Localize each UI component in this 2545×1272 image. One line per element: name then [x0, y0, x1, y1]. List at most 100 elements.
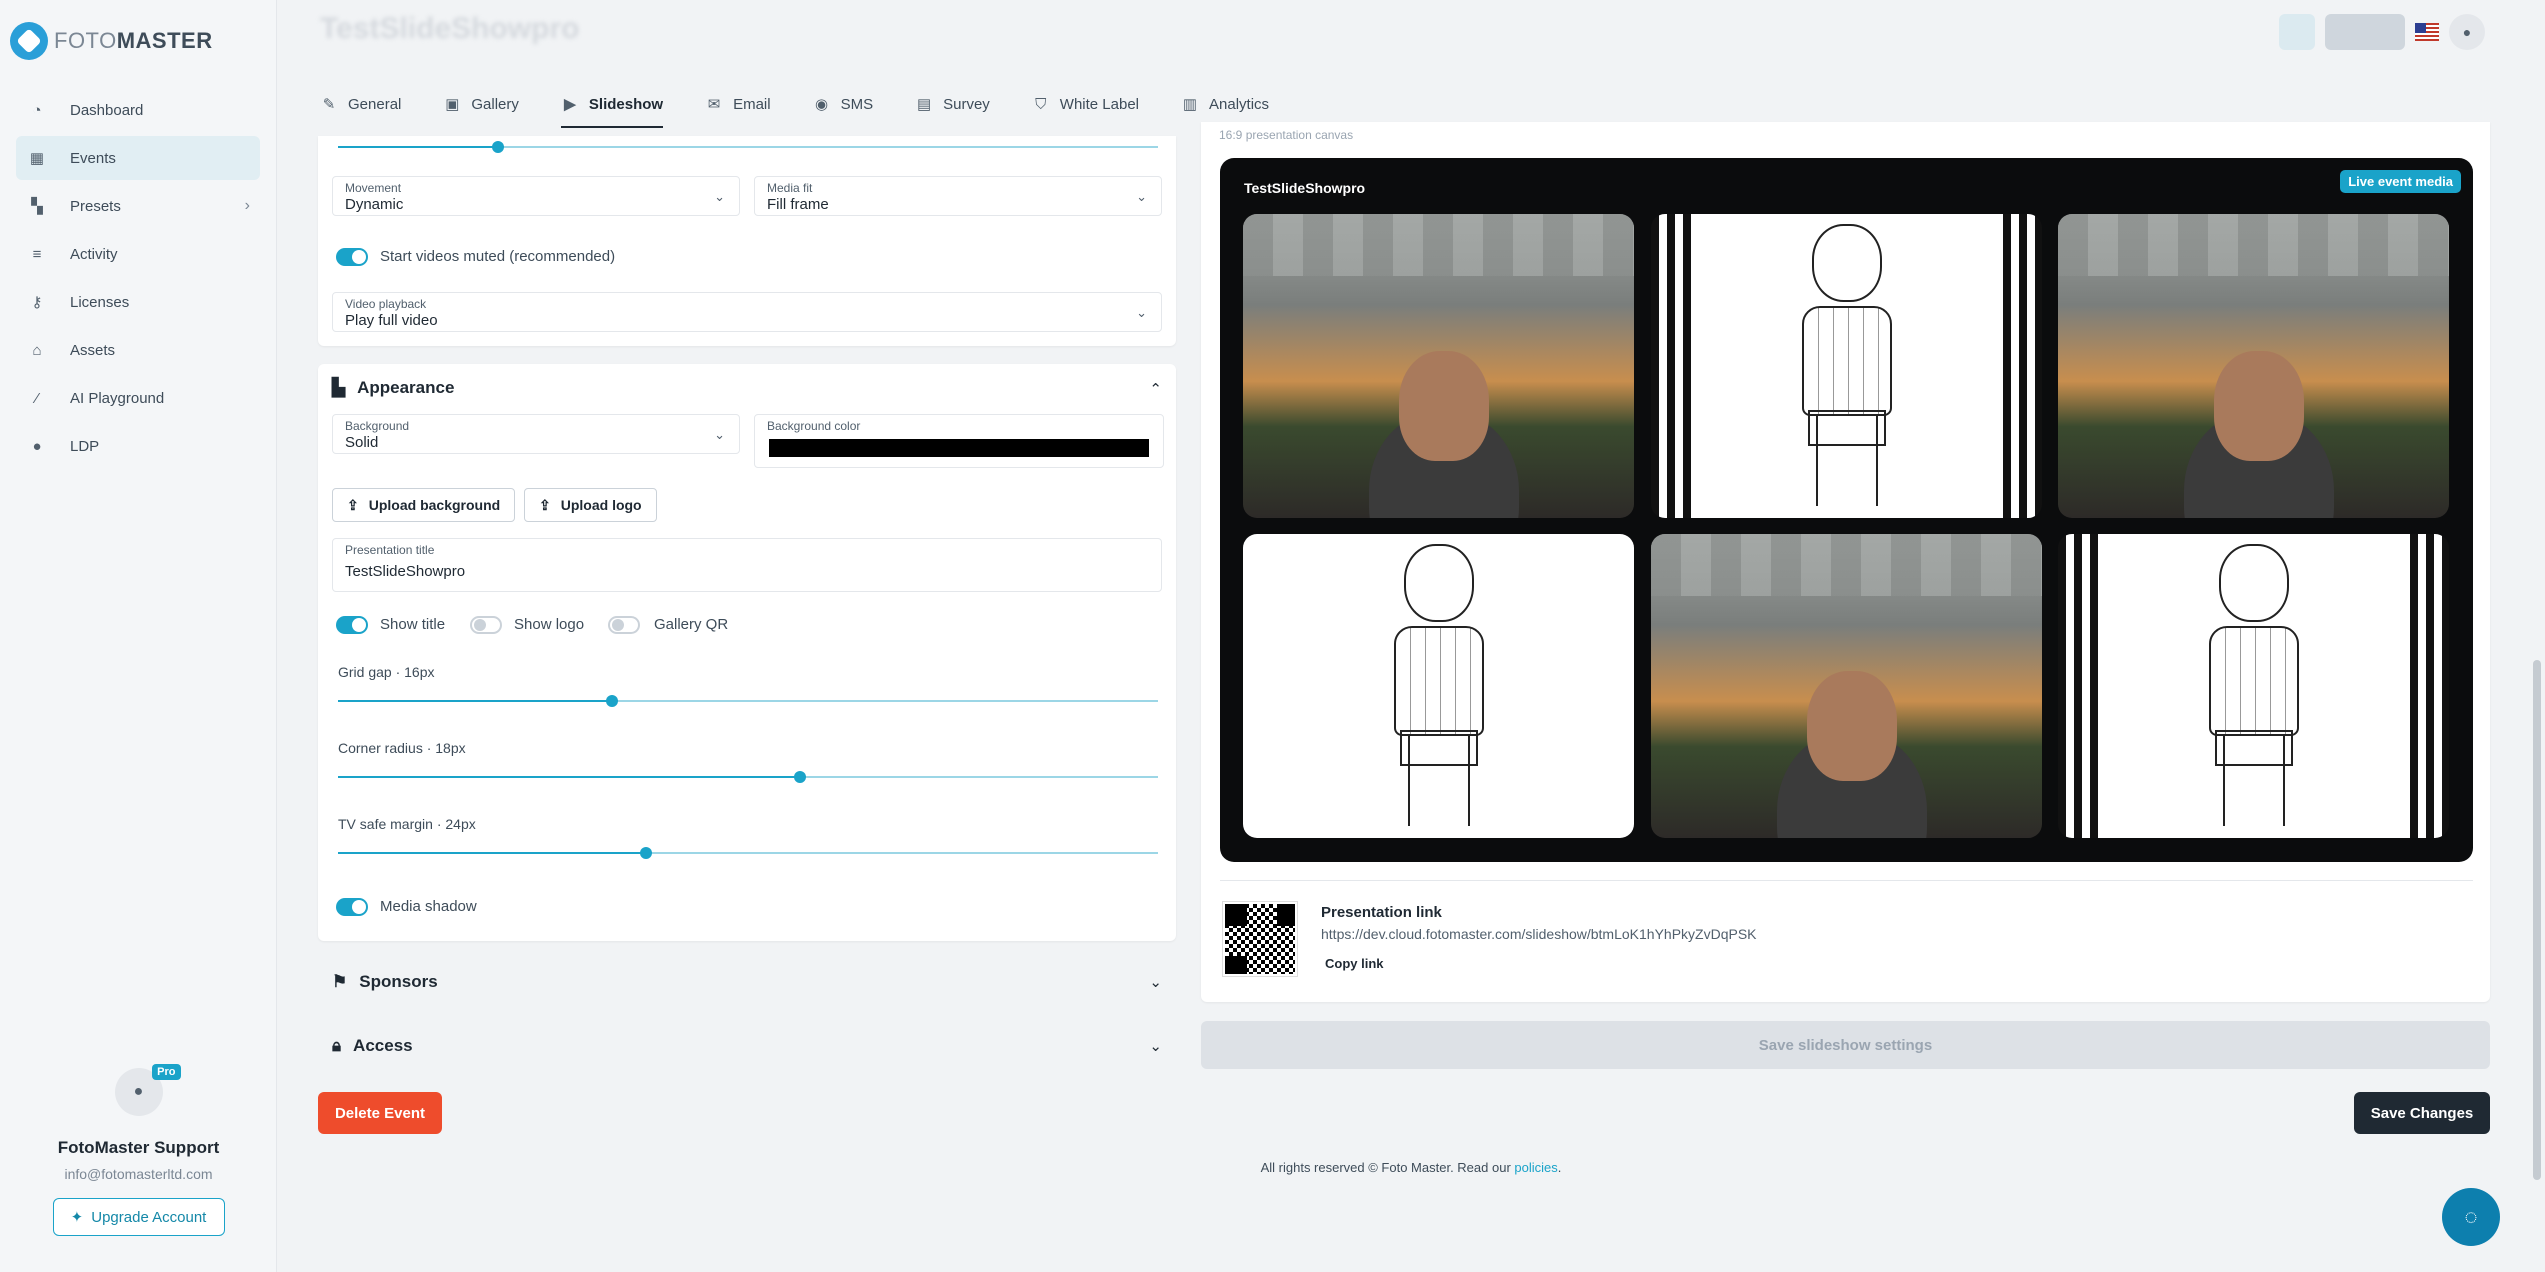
background-color-field[interactable]: Background color [754, 414, 1164, 468]
tab-gallery[interactable]: ▣ Gallery [443, 88, 519, 120]
show-title-toggle[interactable] [336, 616, 368, 634]
gallery-qr-toggle[interactable] [608, 616, 640, 634]
header-action-button[interactable] [2279, 14, 2315, 50]
access-section[interactable]: 🔒︎ Access ⌄ [318, 1020, 1176, 1072]
us-flag-icon[interactable] [2415, 23, 2439, 41]
top-actions: ● [2279, 14, 2485, 50]
delete-event-button[interactable]: Delete Event [318, 1092, 442, 1134]
color-swatch[interactable] [769, 439, 1149, 457]
chevron-down-icon: ⌄ [1136, 189, 1147, 204]
field-value: TestSlideShowpro [345, 563, 466, 580]
presentation-link-url[interactable]: https://dev.cloud.fotomaster.com/slidesh… [1321, 926, 1757, 942]
tab-label: Slideshow [588, 95, 664, 113]
mail-icon: ✉ [707, 96, 721, 113]
slideshow-icon: ▶ [564, 96, 576, 113]
sidebar-item-events[interactable]: ▦ Events [16, 136, 260, 180]
background-select[interactable]: Background Solid ⌄ [332, 414, 740, 454]
sidebar-item-label: LDP [70, 437, 100, 455]
presentation-title-field[interactable]: Presentation title TestSlideShowpro [332, 538, 1162, 592]
media-shadow-toggle[interactable] [336, 898, 368, 916]
tab-white-label[interactable]: ⛉ White Label [1032, 88, 1139, 120]
tab-label: Gallery [471, 95, 519, 113]
chevron-down-icon[interactable]: ⌄ [1149, 1037, 1162, 1055]
sidebar-item-ldp[interactable]: ● LDP [16, 424, 260, 468]
save-changes-button[interactable]: Save Changes [2354, 1092, 2490, 1134]
copy-link-button[interactable]: Copy link [1325, 956, 1384, 971]
upload-background-button[interactable]: ⇪ Upload background [332, 488, 516, 522]
tab-sms[interactable]: ◉ SMS [813, 88, 873, 120]
media-tile-photo[interactable] [2058, 214, 2449, 518]
tab-label: General [348, 95, 402, 113]
media-tile-photo[interactable] [1243, 214, 1634, 518]
field-label: Background color [767, 419, 861, 433]
grid-icon: ▚ [31, 198, 43, 215]
presentation-link-title: Presentation link [1321, 904, 1442, 921]
sidebar-item-activity[interactable]: ≡ Activity [16, 232, 260, 276]
sponsors-section[interactable]: ⚑ Sponsors ⌄ [318, 956, 1176, 1008]
slider-thumb[interactable] [606, 695, 618, 707]
pro-badge: Pro [152, 1064, 181, 1080]
sidebar-item-label: AI Playground [70, 389, 165, 407]
tab-general[interactable]: ✎ General [320, 88, 402, 120]
chat-bubble-icon: ◌ [2464, 1204, 2478, 1229]
sidebar-item-dashboard[interactable]: ◔ Dashboard [16, 88, 260, 132]
user-avatar-button[interactable]: ● [2449, 14, 2485, 50]
upgrade-account-button[interactable]: ✦ Upgrade Account [52, 1198, 225, 1236]
show-logo-toggle[interactable] [470, 616, 502, 634]
media-tile-drawing[interactable] [1651, 214, 2042, 518]
chevron-up-icon[interactable]: ⌃ [1149, 380, 1162, 398]
scrollbar[interactable] [2533, 660, 2541, 1180]
appearance-header[interactable]: ▙ Appearance [332, 378, 454, 398]
chat-support-button[interactable]: ◌ [2442, 1188, 2500, 1246]
drawing-canvas [2098, 534, 2409, 838]
brand-name: FOTOMASTER [54, 28, 213, 53]
gauge-icon: ◔ [32, 101, 42, 119]
slider-thumb[interactable] [640, 847, 652, 859]
brand[interactable]: FOTOMASTER [10, 22, 213, 60]
tab-analytics[interactable]: ▥ Analytics [1181, 88, 1269, 120]
media-fit-select[interactable]: Media fit Fill frame ⌄ [754, 176, 1162, 216]
chevron-down-icon: ⌄ [714, 189, 725, 204]
footer: All rights reserved © Foto Master. Read … [0, 1160, 2545, 1175]
caricature-figure [1384, 544, 1494, 834]
policies-link[interactable]: policies [1514, 1160, 1557, 1175]
sidebar-item-label: Events [70, 149, 116, 167]
start-muted-toggle[interactable] [336, 248, 368, 266]
activity-icon: ≡ [32, 245, 42, 263]
field-label: Presentation title [345, 543, 435, 557]
sidebar-item-ai-playground[interactable]: ⁄ AI Playground [16, 376, 260, 420]
tab-survey[interactable]: ▤ Survey [915, 88, 990, 120]
fotomaster-logo-icon [10, 22, 48, 60]
upload-logo-button[interactable]: ⇪ Upload logo [524, 488, 657, 522]
slideshow-stage: TestSlideShowpro Live event media [1220, 158, 2473, 862]
movement-select[interactable]: Movement Dynamic ⌄ [332, 176, 740, 216]
section-title: Sponsors [359, 972, 438, 991]
slider-fill [338, 776, 800, 778]
flag-icon: ⚑ [332, 972, 348, 991]
playback-slider[interactable] [338, 141, 1158, 153]
sidebar-item-label: Assets [70, 341, 116, 359]
pencil-icon: ✎ [322, 96, 336, 113]
corner-radius-slider[interactable] [338, 771, 1158, 783]
slider-thumb[interactable] [492, 141, 504, 153]
sidebar-item-assets[interactable]: ⌂ Assets [16, 328, 260, 372]
media-tile-drawing[interactable] [1243, 534, 1634, 838]
tv-safe-margin-slider[interactable] [338, 847, 1158, 859]
save-slideshow-settings-button[interactable]: Save slideshow settings [1201, 1021, 2490, 1069]
tab-slideshow[interactable]: ▶ Slideshow [560, 88, 664, 128]
media-shadow-label: Media shadow [380, 898, 477, 915]
sidebar-item-presets[interactable]: ▚ Presets › [16, 184, 260, 228]
grid-gap-slider[interactable] [338, 695, 1158, 707]
tab-email[interactable]: ✉ Email [705, 88, 771, 120]
media-tile-photo[interactable] [1651, 534, 2042, 838]
slider-thumb[interactable] [794, 771, 806, 783]
caricature-figure [1792, 224, 1902, 514]
slider-fill [338, 700, 612, 702]
media-tile-drawing[interactable] [2058, 534, 2449, 838]
header-primary-button[interactable] [2325, 14, 2405, 50]
avatar[interactable]: ● Pro [114, 1064, 181, 1116]
sidebar-item-licenses[interactable]: ⚷ Licenses [16, 280, 260, 324]
video-playback-select[interactable]: Video playback Play full video ⌄ [332, 292, 1162, 332]
chevron-down-icon[interactable]: ⌄ [1149, 973, 1162, 991]
profile-name: FotoMaster Support [57, 1138, 220, 1157]
